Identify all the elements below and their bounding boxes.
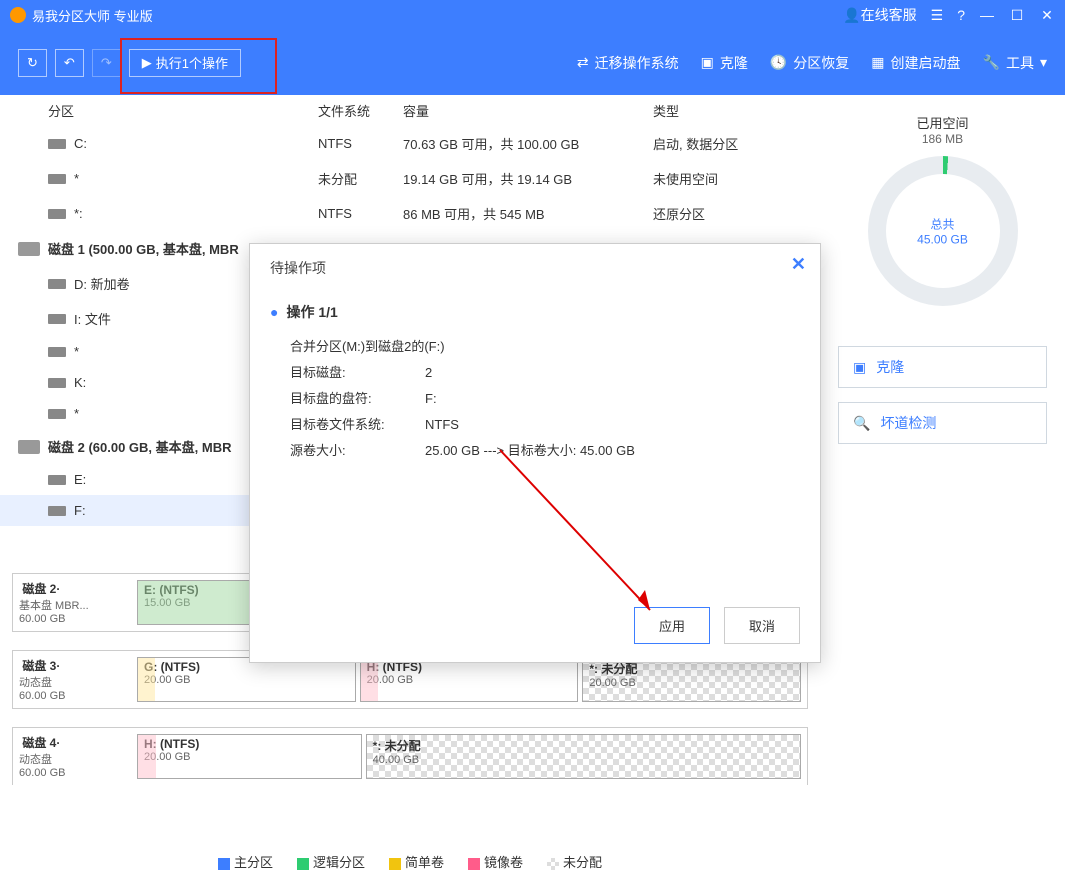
disk-bar[interactable]: 磁盘 4·动态盘60.00 GB H: (NTFS)20.00 GB *: 未分… xyxy=(12,727,808,785)
scan-icon: 🔍 xyxy=(853,415,870,432)
partition-row[interactable]: *:NTFS86 MB 可用，共 545 MB还原分区 xyxy=(0,196,820,231)
migrate-icon: ⇄ xyxy=(577,54,589,71)
redo-button[interactable]: ↷ xyxy=(92,49,121,77)
partition-icon xyxy=(48,378,66,388)
operation-title: 操作 1/1 xyxy=(270,302,800,322)
refresh-button[interactable]: ↻ xyxy=(18,49,47,77)
partition-icon xyxy=(48,314,66,324)
recover-icon: 🕓 xyxy=(770,54,787,71)
undo-button[interactable]: ↶ xyxy=(55,49,84,77)
legend: 主分区 逻辑分区 简单卷 镜像卷 未分配 xyxy=(0,852,820,871)
app-title: 易我分区大师 专业版 xyxy=(32,6,843,25)
dialog-title: 待操作项 xyxy=(270,258,800,278)
partition-icon xyxy=(48,139,66,149)
maximize-button[interactable]: ☐ xyxy=(1009,7,1025,24)
col-partition: 分区 xyxy=(48,101,318,120)
app-logo-icon xyxy=(10,7,26,23)
side-panel: 已用空间 186 MB 总共45.00 GB ▣克隆 🔍坏道检测 xyxy=(820,95,1065,847)
bootdisk-button[interactable]: ▦创建启动盘 xyxy=(871,53,960,73)
list-icon[interactable]: ☰ xyxy=(931,7,944,24)
titlebar: 易我分区大师 专业版 👤在线客服 ☰ ? — ☐ ✕ xyxy=(0,0,1065,30)
tools-icon: 🔧 xyxy=(983,54,1000,71)
donut-used: 186 MB xyxy=(838,132,1047,146)
recover-button[interactable]: 🕓分区恢复 xyxy=(770,53,849,73)
col-fs: 文件系统 xyxy=(318,101,403,120)
disk-icon xyxy=(18,242,40,256)
side-badtrack-button[interactable]: 🔍坏道检测 xyxy=(838,402,1047,444)
operation-detail: 合并分区(M:)到磁盘2的(F:) 目标磁盘:2 目标盘的盘符:F: 目标卷文件… xyxy=(290,334,800,464)
partition-icon xyxy=(48,409,66,419)
clone-icon: ▣ xyxy=(701,54,714,71)
clone-icon: ▣ xyxy=(853,359,866,376)
bootdisk-icon: ▦ xyxy=(871,54,884,71)
pending-dialog: ✕ 待操作项 操作 1/1 合并分区(M:)到磁盘2的(F:) 目标磁盘:2 目… xyxy=(249,243,821,663)
partition-row[interactable]: *未分配19.14 GB 可用，共 19.14 GB未使用空间 xyxy=(0,161,820,196)
columns-header: 分区 文件系统 容量 类型 xyxy=(0,95,820,126)
col-type: 类型 xyxy=(653,101,813,120)
tools-button[interactable]: 🔧工具 ▾ xyxy=(983,53,1047,73)
minimize-button[interactable]: — xyxy=(979,7,995,23)
partition-icon xyxy=(48,506,66,516)
disk-icon xyxy=(18,440,40,454)
donut-title: 已用空间 xyxy=(838,113,1047,132)
migrate-os-button[interactable]: ⇄迁移操作系统 xyxy=(577,53,679,73)
partition-icon xyxy=(48,347,66,357)
partition-icon xyxy=(48,209,66,219)
close-button[interactable]: ✕ xyxy=(1039,7,1055,24)
apply-button[interactable]: 应用 xyxy=(634,607,710,644)
usage-donut: 总共45.00 GB xyxy=(868,156,1018,306)
cancel-button[interactable]: 取消 xyxy=(724,607,800,644)
col-capacity: 容量 xyxy=(403,101,653,120)
execute-button[interactable]: ▶ 执行1个操作 xyxy=(129,49,241,77)
support-link[interactable]: 👤在线客服 xyxy=(843,5,916,25)
clone-button[interactable]: ▣克隆 xyxy=(701,53,748,73)
help-icon[interactable]: ? xyxy=(957,7,965,23)
side-clone-button[interactable]: ▣克隆 xyxy=(838,346,1047,388)
partition-icon xyxy=(48,279,66,289)
partition-row[interactable]: C:NTFS70.63 GB 可用，共 100.00 GB启动, 数据分区 xyxy=(0,126,820,161)
partition-icon xyxy=(48,475,66,485)
toolbar: ↻ ↶ ↷ ▶ 执行1个操作 ⇄迁移操作系统 ▣克隆 🕓分区恢复 ▦创建启动盘 … xyxy=(0,30,1065,95)
partition-icon xyxy=(48,174,66,184)
dialog-close-icon[interactable]: ✕ xyxy=(791,254,806,275)
